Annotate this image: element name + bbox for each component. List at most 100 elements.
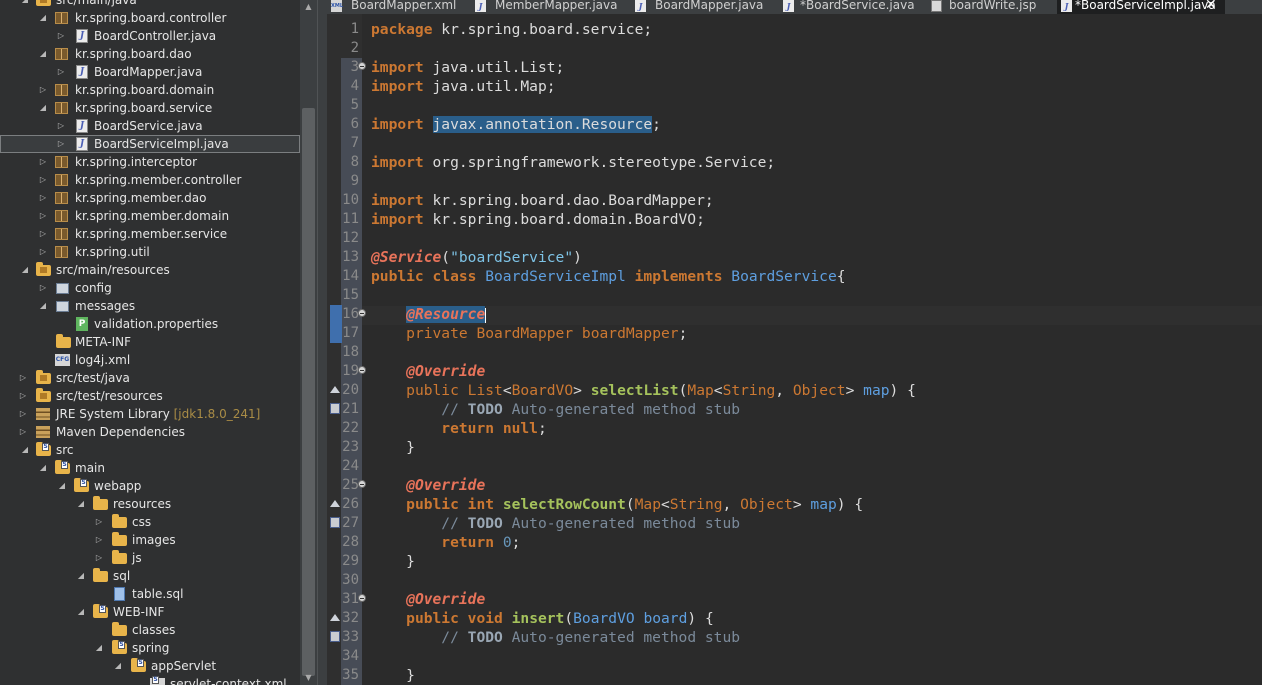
expand-arrow-icon[interactable]: ▷ — [38, 243, 48, 261]
expand-arrow-icon[interactable]: ▷ — [94, 513, 104, 531]
tree-item-boardmapper-java[interactable]: ▷ J BoardMapper.java — [0, 63, 300, 81]
tree-item-validation-properties[interactable]: P validation.properties — [0, 315, 300, 333]
collapse-arrow-icon[interactable]: ◢ — [38, 459, 48, 477]
fold-toggle-icon[interactable] — [358, 480, 366, 488]
task-marker-icon[interactable] — [330, 517, 340, 528]
tree-item-src-test-resources[interactable]: ▷ src/test/resources — [0, 387, 300, 405]
tree-item-servlet-context-xml[interactable]: S servlet-context.xml — [0, 675, 300, 685]
tree-item-util[interactable]: ▷ kr.spring.util — [0, 243, 300, 261]
collapse-arrow-icon[interactable]: ◢ — [38, 45, 48, 63]
tree-item-boardserviceimpl-java[interactable]: ▷ J BoardServiceImpl.java — [0, 135, 300, 153]
collapse-arrow-icon[interactable]: ◢ — [38, 9, 48, 27]
tree-item-web-inf[interactable]: ◢ S WEB-INF — [0, 603, 300, 621]
tree-item-jre-library[interactable]: ▷ JRE System Library [jdk1.8.0_241] — [0, 405, 300, 423]
tree-item-member-dao[interactable]: ▷ kr.spring.member.dao — [0, 189, 300, 207]
task-marker-icon[interactable] — [330, 631, 340, 642]
expand-arrow-icon[interactable]: ▷ — [38, 207, 48, 225]
tab-boardservice-java[interactable]: J *BoardService.java — [783, 0, 915, 14]
tab-membermapper-java[interactable]: J MemberMapper.java — [475, 0, 617, 14]
tree-item-config[interactable]: ▷ config — [0, 279, 300, 297]
expand-arrow-icon[interactable]: ▷ — [56, 135, 66, 153]
fold-toggle-icon[interactable] — [358, 62, 366, 70]
expand-arrow-icon[interactable]: ▷ — [38, 189, 48, 207]
tree-item-src-main-java[interactable]: ◢ src/main/java — [0, 0, 300, 9]
expand-arrow-icon[interactable]: ▷ — [38, 81, 48, 99]
tree-item-resources[interactable]: ◢ resources — [0, 495, 300, 513]
todo-tag: TODO — [467, 515, 503, 532]
scroll-up-arrow-icon[interactable]: ▲ — [300, 0, 317, 14]
tree-item-meta-inf[interactable]: META-INF — [0, 333, 300, 351]
collapse-arrow-icon[interactable]: ◢ — [76, 495, 86, 513]
collapse-arrow-icon[interactable]: ◢ — [76, 603, 86, 621]
explorer-scrollbar[interactable]: ▲ ▼ — [300, 0, 317, 685]
expand-arrow-icon[interactable]: ▷ — [38, 153, 48, 171]
tree-item-appservlet[interactable]: ◢ S appServlet — [0, 657, 300, 675]
tree-item-board-controller[interactable]: ◢ kr.spring.board.controller — [0, 9, 300, 27]
collapse-arrow-icon[interactable]: ◢ — [20, 441, 30, 459]
tree-item-images[interactable]: ▷ images — [0, 531, 300, 549]
expand-arrow-icon[interactable]: ▷ — [56, 27, 66, 45]
tree-item-table-sql[interactable]: table.sql — [0, 585, 300, 603]
tab-boardserviceimpl-java[interactable]: J *BoardServiceImpl.java ✕ — [1057, 0, 1225, 14]
fold-toggle-icon[interactable] — [358, 366, 366, 374]
fold-toggle-icon[interactable] — [358, 594, 366, 602]
tree-item-member-service[interactable]: ▷ kr.spring.member.service — [0, 225, 300, 243]
tree-item-boardservice-java[interactable]: ▷ J BoardService.java — [0, 117, 300, 135]
task-marker-icon[interactable] — [330, 403, 340, 414]
expand-arrow-icon[interactable]: ▷ — [94, 531, 104, 549]
collapse-arrow-icon[interactable]: ◢ — [76, 567, 86, 585]
override-marker-icon[interactable] — [330, 500, 340, 507]
tree-item-board-service[interactable]: ◢ kr.spring.board.service — [0, 99, 300, 117]
scrollbar-thumb[interactable] — [302, 108, 315, 676]
tree-item-main[interactable]: ◢ S main — [0, 459, 300, 477]
expand-arrow-icon[interactable]: ▷ — [56, 117, 66, 135]
tree-item-member-controller[interactable]: ▷ kr.spring.member.controller — [0, 171, 300, 189]
tree-item-js[interactable]: ▷ js — [0, 549, 300, 567]
tree-item-spring[interactable]: ◢ S spring — [0, 639, 300, 657]
fold-toggle-icon[interactable] — [358, 309, 366, 317]
expand-arrow-icon[interactable]: ▷ — [38, 171, 48, 189]
expand-arrow-icon[interactable]: ▷ — [18, 387, 28, 405]
expand-arrow-icon[interactable]: ▷ — [18, 369, 28, 387]
expand-arrow-icon[interactable]: ▷ — [18, 423, 28, 441]
tree-item-sql[interactable]: ◢ sql — [0, 567, 300, 585]
collapse-arrow-icon[interactable]: ◢ — [113, 657, 123, 675]
tab-boardmapper-xml[interactable]: XML BoardMapper.xml — [331, 0, 461, 14]
override-marker-icon[interactable] — [330, 614, 340, 621]
expand-arrow-icon[interactable]: ▷ — [94, 549, 104, 567]
tree-item-src[interactable]: ◢ S src — [0, 441, 300, 459]
tree-item-board-domain[interactable]: ▷ kr.spring.board.domain — [0, 81, 300, 99]
tree-item-interceptor[interactable]: ▷ kr.spring.interceptor — [0, 153, 300, 171]
tree-item-webapp[interactable]: ◢ S webapp — [0, 477, 300, 495]
tree-item-member-domain[interactable]: ▷ kr.spring.member.domain — [0, 207, 300, 225]
tree-item-label: resources — [113, 497, 172, 511]
code-editor[interactable]: 1 2 3 4 5 6 7 8 9 10 11 12 13 14 15 16 1… — [327, 14, 1262, 685]
tree-item-maven-dependencies[interactable]: ▷ Maven Dependencies — [0, 423, 300, 441]
tree-item-log4j-xml[interactable]: CFG log4j.xml — [0, 351, 300, 369]
close-icon[interactable]: ✕ — [1205, 0, 1217, 14]
collapse-arrow-icon[interactable]: ◢ — [20, 0, 30, 9]
collapse-arrow-icon[interactable]: ◢ — [38, 297, 48, 315]
expand-arrow-icon[interactable]: ▷ — [38, 225, 48, 243]
tree-item-css[interactable]: ▷ css — [0, 513, 300, 531]
tree-item-board-dao[interactable]: ◢ kr.spring.board.dao — [0, 45, 300, 63]
override-marker-icon[interactable] — [330, 386, 340, 393]
tree-item-messages[interactable]: ◢ messages — [0, 297, 300, 315]
collapse-arrow-icon[interactable]: ◢ — [94, 639, 104, 657]
tree-item-src-test-java[interactable]: ▷ src/test/java — [0, 369, 300, 387]
expand-arrow-icon[interactable]: ▷ — [38, 279, 48, 297]
type-name: String — [669, 496, 723, 513]
collapse-arrow-icon[interactable]: ◢ — [57, 477, 67, 495]
tree-item-boardcontroller-java[interactable]: ▷ J BoardController.java — [0, 27, 300, 45]
tree-item-classes[interactable]: classes — [0, 621, 300, 639]
tab-boardmapper-java[interactable]: J BoardMapper.java — [635, 0, 765, 14]
line-number: 6 — [350, 116, 359, 132]
scroll-down-arrow-icon[interactable]: ▼ — [300, 671, 317, 685]
collapse-arrow-icon[interactable]: ◢ — [38, 99, 48, 117]
expand-arrow-icon[interactable]: ▷ — [56, 63, 66, 81]
code-line: // TODO Auto-generated method stub — [371, 628, 740, 647]
collapse-arrow-icon[interactable]: ◢ — [20, 261, 30, 279]
expand-arrow-icon[interactable]: ▷ — [18, 405, 28, 423]
tab-boardwrite-jsp[interactable]: boardWrite.jsp — [931, 0, 1051, 14]
tree-item-src-main-resources[interactable]: ◢ src/main/resources — [0, 261, 300, 279]
